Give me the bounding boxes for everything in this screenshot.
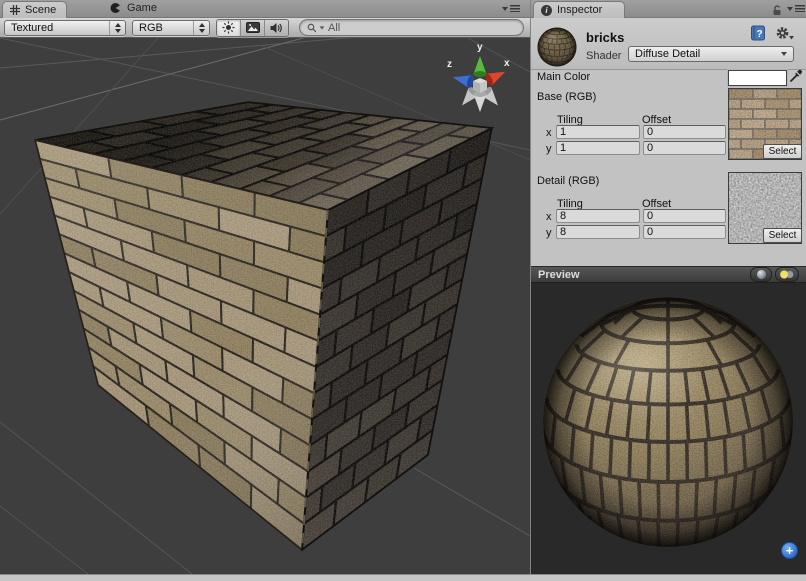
gear-menu-icon[interactable] xyxy=(775,25,795,42)
base-y-label: y xyxy=(546,143,552,155)
shader-value: Diffuse Detail xyxy=(635,48,700,60)
scene-panel: Scene Game Textured RGB xyxy=(0,0,530,574)
channels-value: RGB xyxy=(139,22,163,34)
info-icon: i xyxy=(541,5,552,16)
gizmo-x-label: x xyxy=(504,58,510,69)
base-offset-x-field[interactable] xyxy=(643,125,726,139)
base-tiling-y-field[interactable] xyxy=(556,141,640,155)
draw-mode-dropdown[interactable]: Textured xyxy=(4,20,126,36)
eyedropper-icon[interactable] xyxy=(789,68,804,83)
detail-x-label: x xyxy=(546,211,552,223)
tab-inspector-label: Inspector xyxy=(557,4,602,16)
detail-tiling-x-field[interactable] xyxy=(556,209,640,223)
search-input[interactable] xyxy=(328,22,516,34)
help-icon[interactable]: ? xyxy=(750,25,767,42)
preview-model-button[interactable] xyxy=(750,267,772,282)
dropdown-arrows-icon xyxy=(193,21,209,35)
search-icon xyxy=(307,23,316,33)
scene-fx-toggle-button[interactable] xyxy=(241,20,265,36)
preview-title: Preview xyxy=(538,269,580,281)
base-tiling-x-field[interactable] xyxy=(556,125,640,139)
gizmo-y-label: y xyxy=(477,42,483,53)
tab-inspector[interactable]: i Inspector xyxy=(533,1,625,18)
scene-toggle-group xyxy=(216,19,289,37)
svg-text:?: ? xyxy=(756,29,762,40)
detail-y-label: y xyxy=(546,227,552,239)
detail-tiling-y-field[interactable] xyxy=(556,225,640,239)
speaker-icon xyxy=(270,22,283,34)
lighting-toggle-button[interactable] xyxy=(217,20,241,36)
tab-scene-label: Scene xyxy=(25,4,56,16)
scene-tabbar: Scene Game xyxy=(0,0,530,18)
detail-offset-y-field[interactable] xyxy=(643,225,726,239)
base-texture-select-button[interactable]: Select xyxy=(763,144,802,159)
tab-scene[interactable]: Scene xyxy=(2,1,67,18)
preview-area[interactable]: + xyxy=(531,283,806,574)
image-icon xyxy=(246,22,260,33)
search-filter-arrow-icon xyxy=(320,26,325,29)
shader-dropdown[interactable]: Diffuse Detail xyxy=(628,46,794,62)
tab-game-label: Game xyxy=(127,2,157,14)
gizmo-z-label: z xyxy=(447,59,452,70)
base-x-label: x xyxy=(546,127,552,139)
preview-zoom-button[interactable]: + xyxy=(781,542,798,559)
lighting-icon xyxy=(779,269,795,280)
scene-toolbar: Textured RGB xyxy=(0,18,530,38)
lock-icon[interactable] xyxy=(771,4,783,16)
grid-icon xyxy=(10,5,20,15)
scene-tab-menu-icon[interactable] xyxy=(502,5,520,12)
inspector-tabbar: i Inspector xyxy=(531,0,806,18)
game-icon xyxy=(110,2,122,14)
shader-field-label: Shader xyxy=(586,50,621,62)
detail-section-label: Detail (RGB) xyxy=(537,175,599,187)
status-strip xyxy=(0,574,806,581)
inspector-tab-menu-icon[interactable] xyxy=(787,5,805,12)
preview-sphere-canvas[interactable] xyxy=(531,283,806,574)
sun-icon xyxy=(222,21,235,34)
orientation-gizmo[interactable]: y x z xyxy=(438,38,522,120)
base-offset-y-field[interactable] xyxy=(643,141,726,155)
search-field[interactable] xyxy=(299,19,524,36)
dropdown-arrows-icon xyxy=(109,21,125,35)
material-preview-thumbnail[interactable] xyxy=(536,26,578,68)
channels-dropdown[interactable]: RGB xyxy=(132,20,210,36)
detail-offset-x-field[interactable] xyxy=(643,209,726,223)
audio-toggle-button[interactable] xyxy=(265,20,288,36)
main-color-swatch[interactable] xyxy=(728,70,787,86)
inspector-panel: i Inspector bricks Shader Diffuse Detail… xyxy=(531,0,806,574)
detail-texture-select-button[interactable]: Select xyxy=(763,228,802,243)
draw-mode-value: Textured xyxy=(11,22,53,34)
base-section-label: Base (RGB) xyxy=(537,91,596,103)
main-color-label: Main Color xyxy=(537,71,590,83)
scene-viewport[interactable]: y x z xyxy=(0,38,530,574)
material-name: bricks xyxy=(586,30,624,45)
sphere-icon xyxy=(756,269,767,280)
preview-lighting-button[interactable] xyxy=(775,267,799,282)
tab-game[interactable]: Game xyxy=(110,2,157,14)
preview-header: Preview xyxy=(531,266,806,283)
